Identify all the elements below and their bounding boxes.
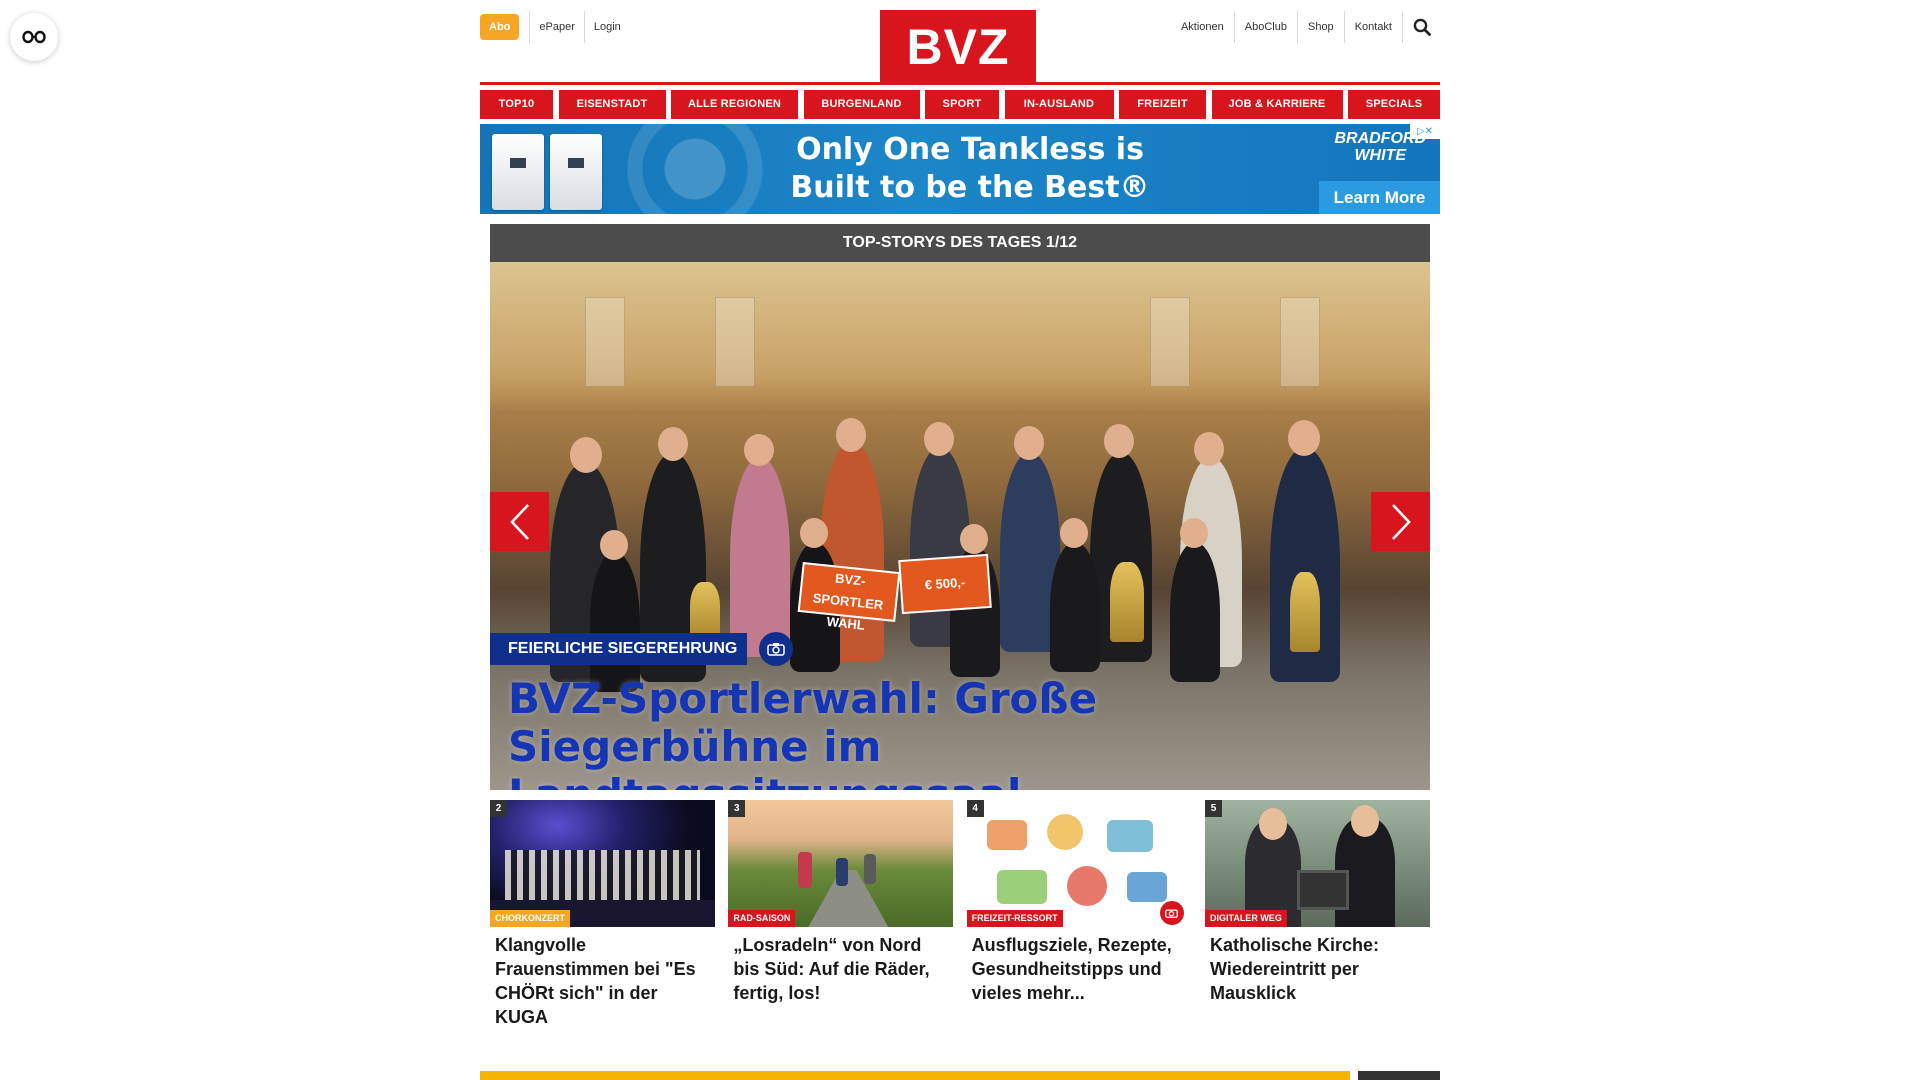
teaser-image-leisure[interactable]: 4 FREIZEIT-RESSORT [966,800,1192,927]
teaser-title[interactable]: „Losradeln“ von Nord bis Süd: Auf die Rä… [728,933,953,1005]
teaser-card[interactable]: 4 FREIZEIT-RESSORT Ausflugsziele, Rezept… [966,800,1192,1029]
water-heater-image [492,134,544,210]
hero-photo-window [715,297,755,387]
nav-item-freizeit[interactable]: FREIZEIT [1119,90,1206,119]
nav-item-in-ausland[interactable]: IN-AUSLAND [1004,90,1114,119]
teaser-title[interactable]: Ausflugsziele, Rezepte, Gesundheitstipps… [967,933,1192,1005]
top-stories-heading: TOP-STORYS DES TAGES 1/12 [490,224,1430,262]
hero-prev-button[interactable] [490,492,549,551]
chevron-left-icon [509,503,529,540]
search-button[interactable] [1402,11,1440,43]
water-heater-image [550,134,602,210]
teaser-image-choir[interactable]: 2 CHORKONZERT [490,800,715,927]
hero-check-amount: € 500,- [924,574,966,593]
teaser-kicker[interactable]: DIGITALER WEG [1204,910,1287,927]
ad-learn-more-button[interactable]: Learn More [1319,181,1440,214]
teaser-rank: 2 [490,800,507,817]
nav-item-burgenland[interactable]: BURGENLAND [803,90,920,119]
header-left-links: Abo ePaper Login [480,11,630,43]
teaser-title[interactable]: Klangvolle Frauenstimmen bei "Es CHÖRt s… [490,933,715,1029]
login-link[interactable]: Login [583,11,630,43]
ad-banner[interactable]: Only One Tankless is Built to be the Bes… [480,124,1440,214]
teaser-rank: 4 [966,800,984,817]
teaser-kicker[interactable]: RAD-SAISON [728,910,796,927]
site-logo[interactable]: BVZ [880,10,1036,84]
page-container: Abo ePaper Login BVZ Aktionen AboClub Sh… [480,0,1440,1080]
hero-prize-check-amount: € 500,- [898,553,992,615]
hero-next-button[interactable] [1371,492,1430,551]
teaser-title[interactable]: Katholische Kirche: Wiedereintritt per M… [1205,933,1430,1005]
ad-choices-icon[interactable]: ▷✕ [1410,124,1440,139]
site-header: Abo ePaper Login BVZ Aktionen AboClub Sh… [480,0,1440,85]
abo-button[interactable]: Abo [480,14,520,40]
hero-photo-window [585,297,625,387]
camera-icon [1165,909,1179,918]
teaser-image-cycling[interactable]: 3 RAD-SAISON [728,800,954,927]
teaser-kicker[interactable]: CHORKONZERT [490,910,570,927]
teaser-rank: 3 [728,800,746,817]
story-teasers: 2 CHORKONZERT Klangvolle Frauenstimmen b… [490,800,1430,1029]
hero-story[interactable]: BVZ-SPORTLER WAHL € 500,- FEIERLICHE SIE… [490,262,1430,790]
top-stories: TOP-STORYS DES TAGES 1/12 BVZ-SPORTLER W… [490,224,1430,790]
search-icon [1413,18,1431,36]
nav-item-top10[interactable]: TOP10 [480,90,553,119]
aktionen-link[interactable]: Aktionen [1171,11,1234,43]
header-divider [480,82,1440,85]
nav-item-eisenstadt[interactable]: EISENSTADT [558,90,666,119]
teaser-card[interactable]: 3 RAD-SAISON „Losradeln“ von Nord bis Sü… [728,800,954,1029]
epaper-link[interactable]: ePaper [529,11,583,43]
category-nav: TOP10 EISENSTADT ALLE REGIONEN BURGENLAN… [480,90,1440,119]
nav-item-alle-regionen[interactable]: ALLE REGIONEN [671,90,798,119]
teaser-rank: 5 [1204,800,1222,817]
hero-kicker-row: FEIERLICHE SIEGEREHRUNG [490,632,794,666]
teaser-kicker[interactable]: FREIZEIT-RESSORT [966,910,1063,927]
gallery-badge [1159,901,1184,925]
kontakt-link[interactable]: Kontakt [1343,11,1402,43]
reader-mode-button[interactable] [10,13,58,61]
teaser-image-church[interactable]: 5 DIGITALER WEG [1204,800,1430,927]
ad-headline-line-2: Built to be the Best® [790,170,1150,205]
glasses-icon [22,30,46,44]
section-bar [480,1071,1350,1080]
shop-link[interactable]: Shop [1296,11,1344,43]
hero-photo-window [1280,297,1320,387]
ad-headline: Only One Tankless is Built to be the Bes… [730,131,1210,207]
hero-photo-window [1150,297,1190,387]
ad-headline-line-1: Only One Tankless is [796,132,1144,167]
chevron-right-icon [1391,503,1411,540]
teaser-card[interactable]: 5 DIGITALER WEG Katholische Kirche: Wied… [1204,800,1430,1029]
aboclub-link[interactable]: AboClub [1233,11,1297,43]
section-bar-secondary [1358,1071,1440,1080]
hero-kicker[interactable]: FEIERLICHE SIEGEREHRUNG [490,633,748,665]
header-right-links: Aktionen AboClub Shop Kontakt [1171,11,1440,43]
nav-item-job-karriere[interactable]: JOB & KARRIERE [1211,90,1343,119]
nav-item-specials[interactable]: SPECIALS [1348,90,1440,119]
nav-item-sport[interactable]: SPORT [925,90,999,119]
teaser-card[interactable]: 2 CHORKONZERT Klangvolle Frauenstimmen b… [490,800,715,1029]
camera-icon [767,643,786,656]
gallery-badge [759,632,794,666]
hero-prize-check: BVZ-SPORTLER WAHL [797,562,901,633]
hero-photo-group: BVZ-SPORTLER WAHL € 500,- [530,418,1390,712]
hero-title[interactable]: BVZ-Sportlerwahl: Große Siegerbühne im L… [508,675,1408,791]
ad-brand-line-2: WHITE [1354,147,1406,164]
